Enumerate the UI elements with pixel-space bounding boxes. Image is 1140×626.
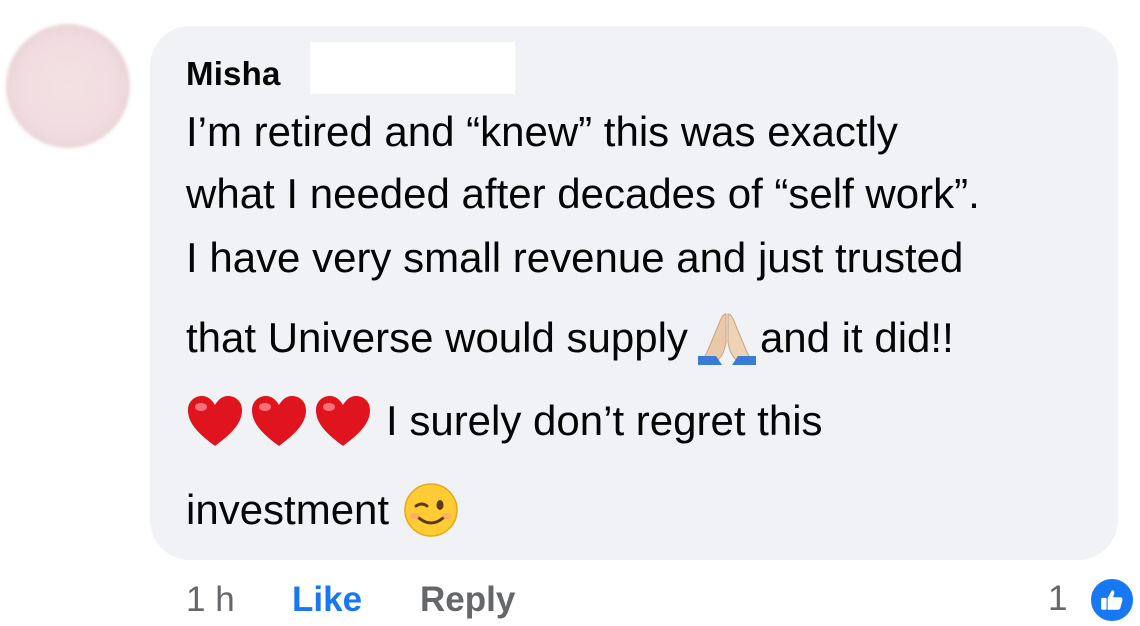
comment-text-line: that Universe would supply and it did!! (186, 310, 954, 366)
comment-text: I have very small revenue and just trust… (186, 234, 964, 281)
red-heart-icon (188, 396, 242, 446)
comment-text: I’m retired and “knew” this was exactly (186, 108, 898, 155)
comment-text-line: investment (186, 482, 459, 538)
reaction-count[interactable]: 1 (1048, 576, 1067, 622)
reply-button[interactable]: Reply (420, 578, 515, 622)
red-heart-icon (252, 396, 306, 446)
folded-hands-icon (697, 313, 756, 365)
comment-text-line: what I needed after decades of “self wor… (186, 168, 980, 220)
comment-text: that Universe would supply (186, 314, 688, 361)
comment-text-line: I’m retired and “knew” this was exactly (186, 106, 898, 158)
author-row: Misha (186, 50, 281, 98)
thumbs-up-icon (1101, 590, 1123, 610)
red-heart-icon (316, 396, 370, 446)
comment-text-line: I surely don’t regret this (186, 394, 823, 448)
avatar[interactable] (6, 24, 130, 148)
comment-timestamp[interactable]: 1 h (186, 578, 235, 622)
winking-face-icon (404, 483, 458, 537)
comment-text: I surely don’t regret this (386, 397, 823, 444)
comment-text: investment (186, 486, 390, 533)
comment-text-line: I have very small revenue and just trust… (186, 232, 963, 284)
like-icon[interactable] (1088, 576, 1136, 624)
comment-text: what I needed after decades of “self wor… (186, 170, 980, 217)
comment-author-name[interactable]: Misha (186, 55, 281, 93)
like-button[interactable]: Like (292, 578, 362, 622)
redacted-name-block (310, 42, 515, 94)
comment-text: and it did!! (759, 314, 954, 361)
